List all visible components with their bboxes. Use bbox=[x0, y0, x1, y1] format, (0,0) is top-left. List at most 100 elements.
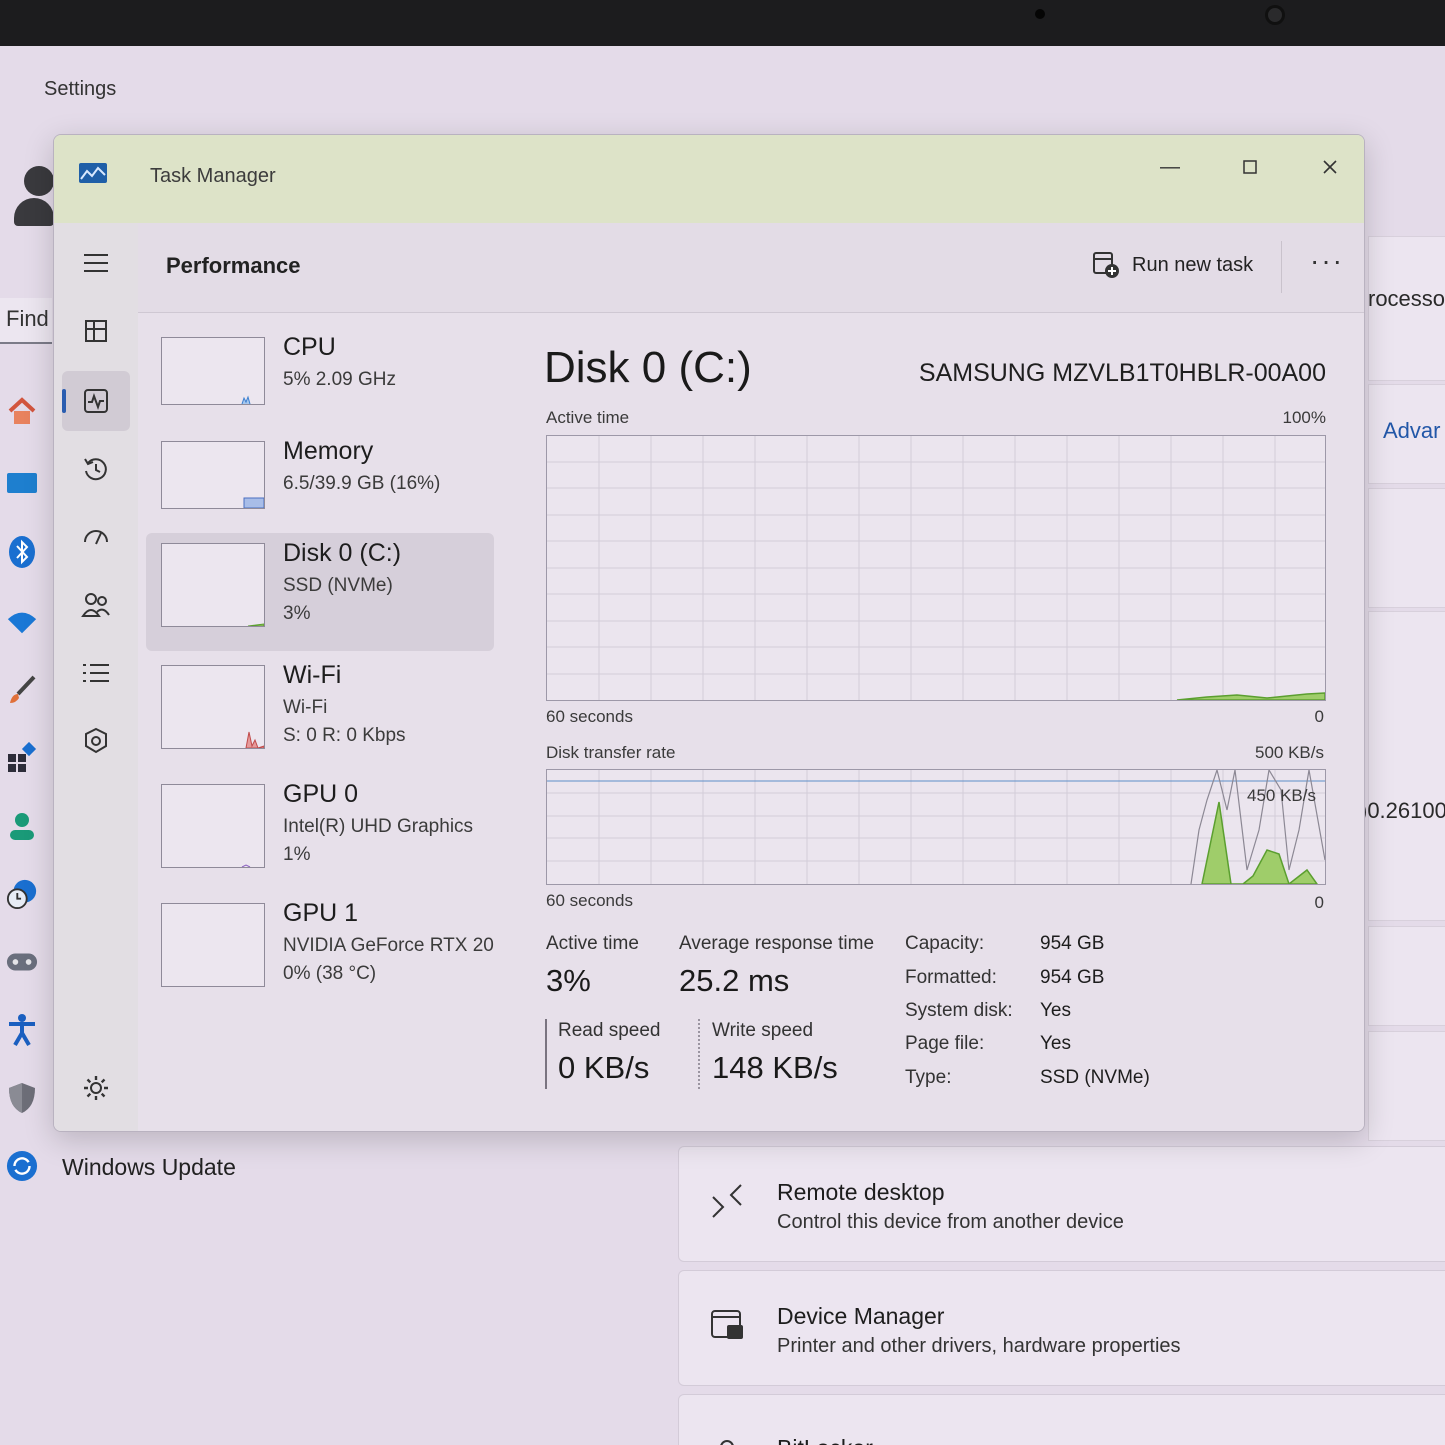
webcam bbox=[1265, 5, 1285, 25]
gpu0-thumbnail-graph bbox=[161, 784, 265, 868]
windows-update-label[interactable]: Windows Update bbox=[62, 1154, 236, 1181]
graph2-x-label: 60 seconds bbox=[546, 891, 633, 910]
nav-users[interactable] bbox=[62, 575, 130, 635]
task-manager-window: Task Manager — Performance Run new task … bbox=[53, 134, 1365, 1132]
write-speed-value: 148 KB/s bbox=[712, 1050, 838, 1085]
run-new-task-icon bbox=[1093, 252, 1119, 278]
device-item-wifi[interactable]: Wi-Fi Wi-Fi S: 0 R: 0 Kbps bbox=[146, 655, 494, 771]
device-name: Memory bbox=[283, 437, 374, 465]
device-stat: 6.5/39.9 GB (16%) bbox=[283, 473, 441, 494]
remote-desktop-card[interactable]: Remote desktop Control this device from … bbox=[678, 1146, 1445, 1262]
avg-response-value: 25.2 ms bbox=[679, 963, 790, 998]
bluetooth-icon[interactable] bbox=[6, 536, 38, 568]
bitlocker-title: BitLocker bbox=[777, 1435, 873, 1445]
device-manager-title: Device Manager bbox=[777, 1303, 945, 1329]
hamburger-icon bbox=[84, 254, 108, 272]
graph1-max: 100% bbox=[1282, 408, 1326, 427]
wifi-thumbnail-graph bbox=[161, 665, 265, 749]
screen-bezel bbox=[0, 0, 1445, 46]
nav-details[interactable] bbox=[62, 643, 130, 703]
remote-desktop-subtitle: Control this device from another device bbox=[777, 1211, 1124, 1233]
device-item-gpu0[interactable]: GPU 0 Intel(R) UHD Graphics 1% bbox=[146, 774, 494, 890]
write-speed-label: Write speed bbox=[712, 1020, 814, 1041]
graph1-min: 0 bbox=[1314, 707, 1324, 726]
users-icon bbox=[81, 593, 110, 617]
nav-startup-apps[interactable] bbox=[62, 507, 130, 567]
nav-app-history[interactable] bbox=[62, 439, 130, 499]
window-title: Task Manager bbox=[150, 165, 276, 187]
privacy-shield-icon[interactable] bbox=[6, 1082, 38, 1114]
read-speed-marker bbox=[545, 1019, 547, 1089]
partial-link-advanced[interactable]: Advar bbox=[1383, 418, 1440, 444]
windows-update-icon[interactable] bbox=[6, 1150, 38, 1182]
read-speed-label: Read speed bbox=[558, 1020, 661, 1041]
settings-button[interactable] bbox=[62, 1058, 130, 1118]
wifi-icon[interactable] bbox=[6, 606, 38, 638]
time-language-icon[interactable] bbox=[6, 878, 38, 910]
accessibility-icon[interactable] bbox=[6, 1014, 38, 1047]
avg-response-label: Average response time bbox=[679, 933, 875, 954]
disk-thumbnail-graph bbox=[161, 543, 265, 627]
type-label: Type: bbox=[905, 1067, 952, 1088]
page-title: Performance bbox=[166, 253, 301, 278]
user-avatar[interactable] bbox=[14, 166, 54, 226]
task-manager-app-icon bbox=[79, 163, 107, 183]
gaming-icon[interactable] bbox=[6, 946, 38, 978]
system-disk-value: Yes bbox=[1040, 1000, 1071, 1021]
read-speed-value: 0 KB/s bbox=[558, 1050, 650, 1085]
settings-search-input[interactable]: Find bbox=[0, 298, 52, 344]
device-name: GPU 1 bbox=[283, 899, 359, 927]
memory-thumbnail-graph bbox=[161, 441, 265, 509]
page-file-label: Page file: bbox=[905, 1033, 985, 1054]
hamburger-menu-button[interactable] bbox=[62, 233, 130, 293]
partial-text-version: )0.26100 bbox=[1360, 798, 1445, 823]
device-item-memory[interactable]: Memory 6.5/39.9 GB (16%) bbox=[146, 431, 494, 547]
services-puzzle-icon bbox=[85, 727, 107, 754]
graph2-label: Disk transfer rate bbox=[546, 743, 676, 762]
personalization-brush-icon[interactable] bbox=[6, 674, 38, 706]
nav-performance[interactable] bbox=[62, 371, 130, 431]
minimize-icon: — bbox=[1160, 155, 1180, 178]
remote-desktop-icon bbox=[712, 1184, 742, 1218]
bitlocker-lock-icon bbox=[720, 1440, 734, 1445]
system-icon[interactable] bbox=[6, 468, 38, 500]
device-throughput: S: 0 R: 0 Kbps bbox=[283, 725, 406, 746]
device-stat: Intel(R) UHD Graphics bbox=[283, 816, 474, 837]
device-item-cpu[interactable]: CPU 5% 2.09 GHz bbox=[146, 327, 494, 443]
formatted-value: 954 GB bbox=[1040, 967, 1105, 988]
graph2-inner-scale: 450 KB/s bbox=[1247, 786, 1316, 805]
close-icon bbox=[1323, 160, 1337, 174]
device-stat: Wi-Fi bbox=[283, 697, 328, 718]
device-name: Wi-Fi bbox=[283, 661, 342, 689]
nav-processes[interactable] bbox=[62, 301, 130, 361]
home-icon[interactable] bbox=[6, 396, 38, 428]
system-disk-label: System disk: bbox=[905, 1000, 1013, 1021]
graph2-min: 0 bbox=[1314, 893, 1324, 912]
graph1-label: Active time bbox=[546, 408, 630, 427]
device-usage: 1% bbox=[283, 844, 311, 865]
remote-desktop-title: Remote desktop bbox=[777, 1179, 945, 1205]
navigation-sidebar bbox=[54, 223, 138, 1131]
nav-services[interactable] bbox=[62, 711, 130, 771]
device-stat: SSD (NVMe) bbox=[283, 575, 393, 596]
device-item-gpu1[interactable]: GPU 1 NVIDIA GeForce RTX 20 0% (38 °C) bbox=[146, 893, 494, 1009]
device-item-disk0[interactable]: Disk 0 (C:) SSD (NVMe) 3% bbox=[146, 533, 494, 651]
device-usage: 0% (38 °C) bbox=[283, 963, 377, 984]
history-clock-icon bbox=[84, 458, 107, 481]
more-options-button[interactable]: ··· bbox=[1310, 245, 1344, 277]
write-speed-marker bbox=[698, 1019, 700, 1089]
disk-transfer-rate-graph: 450 KB/s bbox=[546, 767, 1326, 886]
cpu-thumbnail-graph bbox=[161, 337, 265, 405]
apps-icon[interactable] bbox=[6, 742, 38, 774]
bitlocker-card[interactable]: BitLocker bbox=[678, 1394, 1445, 1445]
run-new-task-button[interactable]: Run new task bbox=[1092, 251, 1253, 279]
formatted-label: Formatted: bbox=[905, 967, 997, 988]
minimize-button[interactable]: — bbox=[1146, 145, 1194, 189]
accounts-icon[interactable] bbox=[6, 810, 38, 842]
device-stat: NVIDIA GeForce RTX 20 bbox=[283, 935, 494, 956]
title-bar[interactable]: Task Manager — bbox=[54, 135, 1364, 223]
close-button[interactable] bbox=[1306, 145, 1354, 189]
device-manager-card[interactable]: Device Manager Printer and other drivers… bbox=[678, 1270, 1445, 1386]
maximize-button[interactable] bbox=[1226, 145, 1274, 189]
capacity-value: 954 GB bbox=[1040, 933, 1105, 954]
